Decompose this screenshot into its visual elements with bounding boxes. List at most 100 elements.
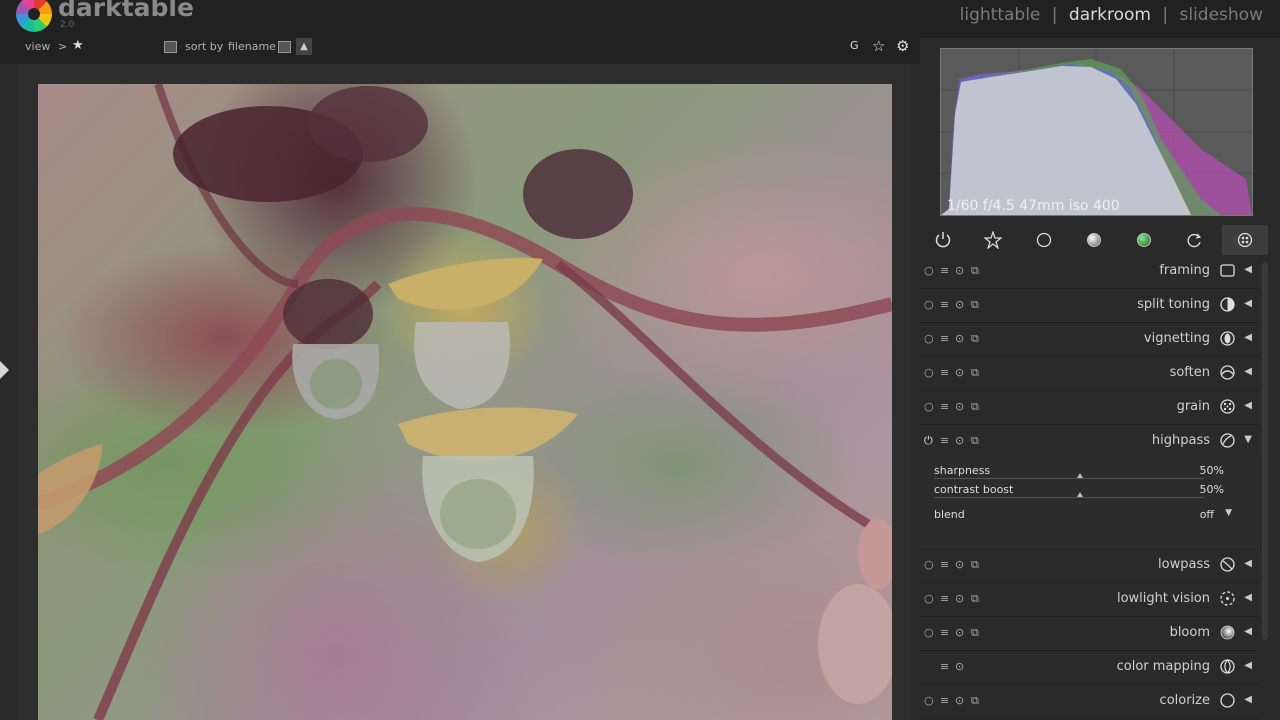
contrast-boost-slider-handle[interactable]: [1077, 492, 1083, 497]
module-presets-icon[interactable]: ≡: [940, 434, 949, 447]
sharpness-value[interactable]: 50%: [1200, 464, 1224, 477]
module-enable-icon[interactable]: ○: [924, 626, 934, 639]
settings-gear-icon[interactable]: ⚙: [896, 37, 909, 55]
module-name: bloom: [1169, 625, 1210, 640]
module-instance-icon[interactable]: ⧉: [971, 400, 979, 414]
module-enable-icon[interactable]: ○: [924, 400, 934, 413]
module-enable-icon[interactable]: ○: [924, 298, 934, 311]
tab-effect[interactable]: [1222, 225, 1268, 255]
tab-active-modules[interactable]: [920, 225, 966, 255]
module-reset-icon[interactable]: ⊙: [955, 400, 964, 413]
module-highpass[interactable]: ⏻ ≡ ⊙ ⧉ highpass ▼: [920, 425, 1258, 458]
module-reset-icon[interactable]: ⊙: [955, 694, 964, 707]
color-circle-icon: [1137, 233, 1151, 247]
module-enable-icon[interactable]: ○: [924, 558, 934, 571]
circle-icon: [1036, 232, 1052, 248]
collapse-arrow-icon[interactable]: ▼: [1244, 434, 1252, 445]
module-enable-icon[interactable]: ⏻: [924, 434, 933, 448]
module-instance-icon[interactable]: ⧉: [971, 298, 979, 312]
module-lowpass[interactable]: ○ ≡ ⊙ ⧉ lowpass ◀: [920, 549, 1258, 583]
module-presets-icon[interactable]: ≡: [940, 332, 949, 345]
view-slideshow[interactable]: slideshow: [1180, 5, 1264, 25]
module-reset-icon[interactable]: ⊙: [955, 660, 964, 673]
module-presets-icon[interactable]: ≡: [940, 264, 949, 277]
module-instance-icon[interactable]: ⧉: [971, 694, 979, 708]
expand-arrow-icon[interactable]: ◀: [1244, 694, 1252, 705]
module-enable-icon[interactable]: ○: [924, 592, 934, 605]
module-presets-icon[interactable]: ≡: [940, 694, 949, 707]
lowlight-icon: [1219, 590, 1236, 607]
breadcrumb-star-icon[interactable]: ★: [72, 38, 84, 53]
sort-value[interactable]: filename: [228, 40, 276, 53]
module-presets-icon[interactable]: ≡: [940, 626, 949, 639]
expand-arrow-icon[interactable]: ◀: [1244, 298, 1252, 309]
expand-arrow-icon[interactable]: ◀: [1244, 332, 1252, 343]
contrast-boost-value[interactable]: 50%: [1200, 483, 1224, 496]
sort-order-box-icon[interactable]: [278, 40, 291, 53]
module-list-scrollbar[interactable]: [1262, 262, 1268, 640]
module-presets-icon[interactable]: ≡: [940, 298, 949, 311]
module-enable-icon[interactable]: ○: [924, 694, 934, 707]
module-lowlight-vision[interactable]: ○ ≡ ⊙ ⧉ lowlight vision ◀: [920, 583, 1258, 617]
module-presets-icon[interactable]: ≡: [940, 592, 949, 605]
sort-ascending-icon[interactable]: ▲: [296, 38, 312, 55]
module-instance-icon[interactable]: ⧉: [971, 264, 979, 278]
module-reset-icon[interactable]: ⊙: [955, 366, 964, 379]
module-presets-icon[interactable]: ≡: [940, 400, 949, 413]
expand-arrow-icon[interactable]: ◀: [1244, 400, 1252, 411]
expand-arrow-icon[interactable]: ◀: [1244, 558, 1252, 569]
expand-arrow-icon[interactable]: ◀: [1244, 626, 1252, 637]
module-reset-icon[interactable]: ⊙: [955, 558, 964, 571]
module-presets-icon[interactable]: ≡: [940, 366, 949, 379]
module-reset-icon[interactable]: ⊙: [955, 626, 964, 639]
tab-favorites[interactable]: [970, 225, 1016, 255]
blend-dropdown-icon[interactable]: ▼: [1225, 508, 1232, 518]
module-instance-icon[interactable]: ⧉: [971, 592, 979, 606]
module-color-mapping[interactable]: ≡ ⊙ color mapping ◀: [920, 651, 1258, 685]
module-vignetting[interactable]: ○ ≡ ⊙ ⧉ vignetting ◀: [920, 323, 1258, 357]
module-presets-icon[interactable]: ≡: [940, 558, 949, 571]
sharpness-slider-handle[interactable]: [1077, 473, 1083, 478]
tab-tone[interactable]: [1071, 225, 1117, 255]
module-reset-icon[interactable]: ⊙: [955, 592, 964, 605]
overlay-star-icon[interactable]: ☆: [872, 37, 885, 55]
module-instance-icon[interactable]: ⧉: [971, 626, 979, 640]
tab-correct[interactable]: [1171, 225, 1217, 255]
module-reset-icon[interactable]: ⊙: [955, 298, 964, 311]
tab-basic[interactable]: [1021, 225, 1067, 255]
histogram[interactable]: 1/60 f/4.5 47mm iso 400: [940, 48, 1253, 216]
module-reset-icon[interactable]: ⊙: [955, 264, 964, 277]
left-panel-toggle-icon[interactable]: [0, 361, 9, 379]
module-enable-icon[interactable]: ○: [924, 264, 934, 277]
module-soften[interactable]: ○ ≡ ⊙ ⧉ soften ◀: [920, 357, 1258, 391]
expand-arrow-icon[interactable]: ◀: [1244, 264, 1252, 275]
view-lighttable[interactable]: lighttable: [960, 5, 1041, 25]
module-split-toning[interactable]: ○ ≡ ⊙ ⧉ split toning ◀: [920, 289, 1258, 323]
module-instance-icon[interactable]: ⧉: [971, 366, 979, 380]
expand-arrow-icon[interactable]: ◀: [1244, 366, 1252, 377]
module-bloom[interactable]: ○ ≡ ⊙ ⧉ bloom ◀: [920, 617, 1258, 651]
module-presets-icon[interactable]: ≡: [940, 660, 949, 673]
module-grain[interactable]: ○ ≡ ⊙ ⧉ grain ◀: [920, 391, 1258, 425]
blend-value[interactable]: off: [1200, 508, 1214, 521]
module-reset-icon[interactable]: ⊙: [955, 434, 964, 447]
module-name: vignetting: [1143, 331, 1210, 346]
module-instance-icon[interactable]: ⧉: [971, 558, 979, 572]
grouping-button[interactable]: G: [850, 39, 859, 52]
module-framing[interactable]: ○ ≡ ⊙ ⧉ framing ◀: [920, 255, 1258, 289]
module-instance-icon[interactable]: ⧉: [971, 332, 979, 346]
tab-color[interactable]: [1121, 225, 1167, 255]
module-enable-icon[interactable]: ○: [924, 332, 934, 345]
view-darkroom[interactable]: darkroom: [1069, 5, 1151, 25]
contrast-boost-slider[interactable]: [934, 497, 1204, 498]
module-colorize[interactable]: ○ ≡ ⊙ ⧉ colorize ◀: [920, 685, 1258, 719]
expand-arrow-icon[interactable]: ◀: [1244, 592, 1252, 603]
expand-arrow-icon[interactable]: ◀: [1244, 660, 1252, 671]
sharpness-slider[interactable]: [934, 478, 1204, 479]
view-label[interactable]: view: [25, 40, 50, 53]
sort-checkbox-icon[interactable]: [164, 40, 177, 53]
module-instance-icon[interactable]: ⧉: [971, 434, 979, 448]
main-photo[interactable]: [38, 84, 892, 720]
module-enable-icon[interactable]: ○: [924, 366, 934, 379]
module-reset-icon[interactable]: ⊙: [955, 332, 964, 345]
